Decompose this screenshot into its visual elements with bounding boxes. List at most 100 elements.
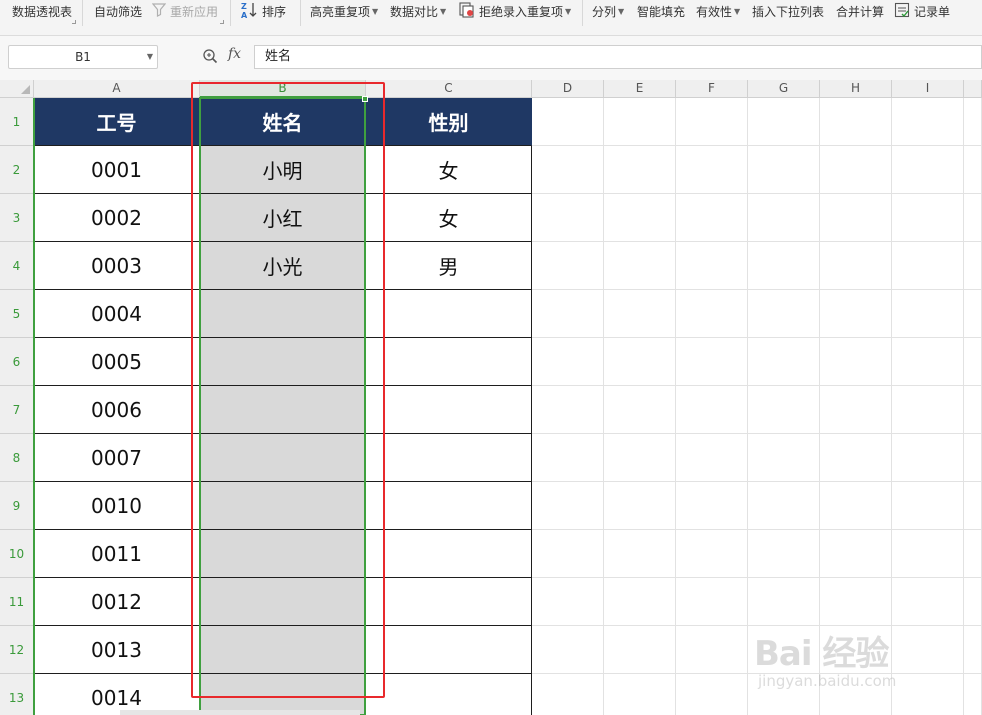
cell-d8[interactable] — [532, 434, 604, 482]
cell-c11[interactable] — [366, 578, 532, 626]
row-header[interactable]: 4 — [0, 242, 34, 290]
cell-i10[interactable] — [892, 530, 964, 578]
row-header[interactable]: 12 — [0, 626, 34, 674]
cell-g2[interactable] — [748, 146, 820, 194]
row-header[interactable]: 1 — [0, 98, 34, 146]
cell-d3[interactable] — [532, 194, 604, 242]
cell-e5[interactable] — [604, 290, 676, 338]
cell-g5[interactable] — [748, 290, 820, 338]
cell-b7[interactable] — [200, 386, 366, 434]
cell-c9[interactable] — [366, 482, 532, 530]
insert-dropdown-list-button[interactable]: 插入下拉列表 — [752, 3, 824, 21]
column-header-a[interactable]: A — [34, 80, 200, 98]
column-header-c[interactable]: C — [366, 80, 532, 98]
cell-c7[interactable] — [366, 386, 532, 434]
cell-f13[interactable] — [676, 674, 748, 715]
cell-h5[interactable] — [820, 290, 892, 338]
cell-a8[interactable]: 0007 — [34, 434, 200, 482]
cell-next11[interactable] — [964, 578, 982, 626]
group-launcher-icon[interactable] — [72, 20, 76, 24]
cell-g8[interactable] — [748, 434, 820, 482]
cell-e7[interactable] — [604, 386, 676, 434]
cell-b10[interactable] — [200, 530, 366, 578]
cell-f6[interactable] — [676, 338, 748, 386]
cell-next3[interactable] — [964, 194, 982, 242]
cell-i1[interactable] — [892, 98, 964, 146]
select-all-corner[interactable] — [0, 80, 34, 98]
row-header[interactable]: 9 — [0, 482, 34, 530]
cell-h3[interactable] — [820, 194, 892, 242]
column-header-d[interactable]: D — [532, 80, 604, 98]
cell-next2[interactable] — [964, 146, 982, 194]
cell-b2[interactable]: 小明 — [200, 146, 366, 194]
cell-b12[interactable] — [200, 626, 366, 674]
cell-g1[interactable] — [748, 98, 820, 146]
cell-a10[interactable]: 0011 — [34, 530, 200, 578]
cell-a11[interactable]: 0012 — [34, 578, 200, 626]
cell-i3[interactable] — [892, 194, 964, 242]
cell-i4[interactable] — [892, 242, 964, 290]
cell-next8[interactable] — [964, 434, 982, 482]
cell-b11[interactable] — [200, 578, 366, 626]
column-header-b[interactable]: B — [200, 80, 366, 98]
cell-next12[interactable] — [964, 626, 982, 674]
pivot-table-button[interactable]: 数据透视表 — [12, 3, 72, 21]
cell-b3[interactable]: 小红 — [200, 194, 366, 242]
cell-d12[interactable] — [532, 626, 604, 674]
smart-fill-button[interactable]: 智能填充 — [637, 3, 685, 21]
cell-f10[interactable] — [676, 530, 748, 578]
row-header[interactable]: 6 — [0, 338, 34, 386]
header-cell-c[interactable]: 性别 — [366, 98, 532, 146]
sort-button[interactable]: Z A 排序 — [240, 2, 286, 21]
cell-e12[interactable] — [604, 626, 676, 674]
row-header[interactable]: 11 — [0, 578, 34, 626]
cell-h11[interactable] — [820, 578, 892, 626]
cell-next5[interactable] — [964, 290, 982, 338]
cell-a7[interactable]: 0006 — [34, 386, 200, 434]
header-cell-b[interactable]: 姓名 — [200, 98, 366, 146]
cell-f11[interactable] — [676, 578, 748, 626]
auto-filter-button[interactable]: 自动筛选 — [94, 3, 142, 21]
cell-d2[interactable] — [532, 146, 604, 194]
cell-next9[interactable] — [964, 482, 982, 530]
cell-d4[interactable] — [532, 242, 604, 290]
zoom-icon[interactable] — [202, 48, 218, 66]
cell-e4[interactable] — [604, 242, 676, 290]
cell-b4[interactable]: 小光 — [200, 242, 366, 290]
cell-h7[interactable] — [820, 386, 892, 434]
cell-g3[interactable] — [748, 194, 820, 242]
cell-g6[interactable] — [748, 338, 820, 386]
horizontal-scrollbar[interactable] — [120, 710, 360, 715]
cell-f9[interactable] — [676, 482, 748, 530]
function-icon[interactable]: fx — [228, 46, 241, 62]
column-header-e[interactable]: E — [604, 80, 676, 98]
cell-h1[interactable] — [820, 98, 892, 146]
cell-g10[interactable] — [748, 530, 820, 578]
cell-e10[interactable] — [604, 530, 676, 578]
text-to-columns-button[interactable]: 分列 ▼ — [592, 3, 624, 21]
cell-a9[interactable]: 0010 — [34, 482, 200, 530]
cell-i11[interactable] — [892, 578, 964, 626]
cell-e3[interactable] — [604, 194, 676, 242]
cell-a12[interactable]: 0013 — [34, 626, 200, 674]
cell-g9[interactable] — [748, 482, 820, 530]
cell-f5[interactable] — [676, 290, 748, 338]
data-compare-button[interactable]: 数据对比 ▼ — [390, 3, 446, 21]
cell-a3[interactable]: 0002 — [34, 194, 200, 242]
cell-e11[interactable] — [604, 578, 676, 626]
fill-handle[interactable] — [362, 96, 368, 102]
cell-c12[interactable] — [366, 626, 532, 674]
consolidate-button[interactable]: 合并计算 — [836, 3, 884, 21]
row-header[interactable]: 5 — [0, 290, 34, 338]
header-cell-a[interactable]: 工号 — [34, 98, 200, 146]
cell-a4[interactable]: 0003 — [34, 242, 200, 290]
cell-i7[interactable] — [892, 386, 964, 434]
cell-b5[interactable] — [200, 290, 366, 338]
cell-f8[interactable] — [676, 434, 748, 482]
cell-h8[interactable] — [820, 434, 892, 482]
cell-c5[interactable] — [366, 290, 532, 338]
cell-h2[interactable] — [820, 146, 892, 194]
cell-e6[interactable] — [604, 338, 676, 386]
cell-next1[interactable] — [964, 98, 982, 146]
cell-b6[interactable] — [200, 338, 366, 386]
